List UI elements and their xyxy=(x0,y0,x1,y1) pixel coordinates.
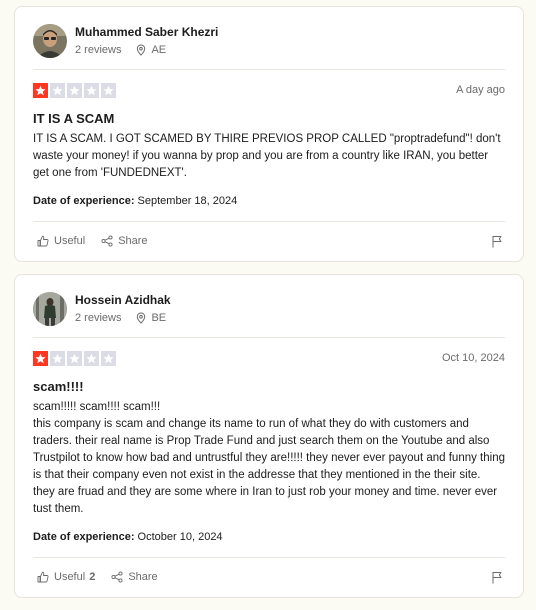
reviewer-country: BE xyxy=(151,312,167,324)
flag-button[interactable] xyxy=(491,235,503,253)
divider xyxy=(33,337,505,338)
divider xyxy=(33,69,505,70)
star-empty-icon xyxy=(67,351,82,366)
avatar[interactable] xyxy=(33,292,67,326)
divider xyxy=(33,221,505,222)
useful-label: Useful xyxy=(54,235,86,247)
star-empty-icon xyxy=(101,83,116,98)
avatar[interactable] xyxy=(33,24,67,58)
reviewer-name[interactable]: Muhammed Saber Khezri xyxy=(75,25,218,40)
useful-count: 2 xyxy=(89,571,96,583)
reviewer-header: Muhammed Saber Khezri 2 reviews AE xyxy=(33,23,218,59)
reviewer-country: AE xyxy=(151,44,167,56)
review-card: Muhammed Saber Khezri 2 reviews AE A day… xyxy=(14,6,524,262)
star-empty-icon xyxy=(84,351,99,366)
star-empty-icon xyxy=(50,83,65,98)
share-button[interactable]: Share xyxy=(111,571,158,583)
review-text: IT IS A SCAM. I GOT SCAMED BY THIRE PREV… xyxy=(33,133,501,179)
reviews-count: 2 reviews xyxy=(75,312,122,324)
date-of-experience: Date of experience: September 18, 2024 xyxy=(33,195,237,207)
reviewer-name[interactable]: Hossein Azidhak xyxy=(75,293,171,308)
review-title[interactable]: IT IS A SCAM xyxy=(33,111,114,126)
location-pin-icon xyxy=(135,312,147,324)
experience-date: October 10, 2024 xyxy=(137,531,223,543)
review-title[interactable]: scam!!!! xyxy=(33,379,84,394)
star-empty-icon xyxy=(101,351,116,366)
flag-icon xyxy=(492,572,502,584)
flag-button[interactable] xyxy=(491,571,503,589)
share-label: Share xyxy=(118,235,148,247)
useful-button[interactable]: Useful xyxy=(37,235,85,247)
experience-label: Date of experience: xyxy=(33,195,135,207)
review-body: scam!!!!! scam!!!! scam!!! this company … xyxy=(33,399,505,518)
share-button[interactable]: Share xyxy=(101,235,148,247)
star-empty-icon xyxy=(50,351,65,366)
useful-label: Useful xyxy=(54,571,86,583)
review-date: A day ago xyxy=(456,84,505,96)
star-rating xyxy=(33,351,116,366)
star-empty-icon xyxy=(84,83,99,98)
share-icon xyxy=(101,235,113,247)
reviews-count: 2 reviews xyxy=(75,44,122,56)
review-actions: Useful 2 Share xyxy=(37,571,158,583)
star-empty-icon xyxy=(67,83,82,98)
review-text: this company is scam and change its name… xyxy=(33,418,505,515)
review-body: IT IS A SCAM. I GOT SCAMED BY THIRE PREV… xyxy=(33,131,505,182)
divider xyxy=(33,557,505,558)
review-text: scam!!!!! scam!!!! scam!!! xyxy=(33,401,161,413)
location-pin-icon xyxy=(135,44,147,56)
reviewer-header: Hossein Azidhak 2 reviews BE xyxy=(33,291,171,327)
flag-icon xyxy=(492,236,502,248)
thumbs-up-icon xyxy=(37,571,49,583)
review-actions: Useful Share xyxy=(37,235,148,247)
star-filled-icon xyxy=(33,351,48,366)
star-filled-icon xyxy=(33,83,48,98)
reviewer-meta: 2 reviews BE xyxy=(75,311,171,325)
review-date: Oct 10, 2024 xyxy=(442,352,505,364)
thumbs-up-icon xyxy=(37,235,49,247)
share-label: Share xyxy=(128,571,158,583)
reviewer-meta: 2 reviews AE xyxy=(75,43,218,57)
useful-button[interactable]: Useful 2 xyxy=(37,571,95,583)
review-card: Hossein Azidhak 2 reviews BE Oct 10, 202… xyxy=(14,274,524,598)
experience-date: September 18, 2024 xyxy=(137,195,238,207)
experience-label: Date of experience: xyxy=(33,531,135,543)
date-of-experience: Date of experience: October 10, 2024 xyxy=(33,531,223,543)
star-rating xyxy=(33,83,116,98)
share-icon xyxy=(111,571,123,583)
